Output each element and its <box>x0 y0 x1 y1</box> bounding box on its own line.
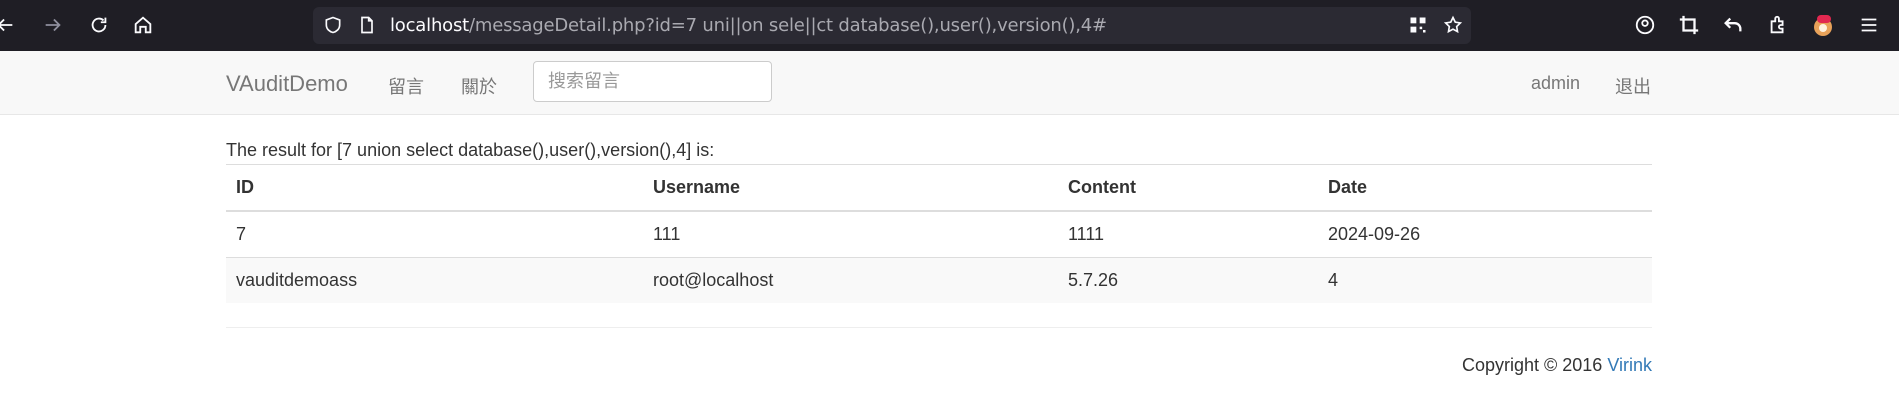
copyright-text: Copyright © 2016 <box>1461 355 1603 375</box>
extensions-icon[interactable] <box>1765 12 1791 38</box>
url-text[interactable]: localhost/messageDetail.php?id=7 uni||on… <box>390 15 1107 36</box>
nav-link-messages[interactable]: 留言 <box>388 73 424 99</box>
column-header-username: Username <box>643 164 1058 212</box>
forward-icon[interactable] <box>40 12 66 38</box>
star-icon[interactable] <box>1443 15 1463 35</box>
profile-avatar-icon[interactable] <box>1810 12 1836 38</box>
search-input[interactable] <box>533 61 772 102</box>
address-bar[interactable]: localhost/messageDetail.php?id=7 uni||on… <box>313 7 1471 44</box>
result-table: ID Username Content Date 7 111 1111 2024… <box>226 164 1652 303</box>
url-path: /messageDetail.php?id=7 uni||on sele||ct… <box>469 15 1107 36</box>
crop-icon[interactable] <box>1676 12 1702 38</box>
column-header-date: Date <box>1318 164 1652 212</box>
table-cell-id: vauditdemoass <box>226 257 643 303</box>
table-row: 7 111 1111 2024-09-26 <box>226 210 1652 258</box>
column-header-id: ID <box>226 164 643 212</box>
brand-link[interactable]: VAuditDemo <box>226 71 348 97</box>
shield-icon[interactable] <box>323 15 343 35</box>
table-cell-id: 7 <box>226 210 643 258</box>
nav-link-logout[interactable]: 退出 <box>1615 73 1651 99</box>
table-cell-username: root@localhost <box>643 257 1058 303</box>
account-icon[interactable] <box>1632 12 1658 38</box>
nav-link-about[interactable]: 關於 <box>461 73 497 99</box>
table-row: vauditdemoass root@localhost 5.7.26 4 <box>226 257 1652 303</box>
back-icon[interactable] <box>0 12 18 38</box>
table-cell-content: 5.7.26 <box>1058 257 1318 303</box>
url-host: localhost <box>390 15 469 36</box>
table-cell-date: 4 <box>1318 257 1652 303</box>
reload-icon[interactable] <box>86 12 112 38</box>
result-heading: The result for [7 union select database(… <box>226 140 715 160</box>
home-icon[interactable] <box>130 12 156 38</box>
table-cell-content: 1111 <box>1058 210 1318 258</box>
site-navbar: VAuditDemo 留言 關於 admin 退出 <box>0 51 1899 115</box>
table-header-row: ID Username Content Date <box>226 164 1652 212</box>
menu-icon[interactable] <box>1856 12 1882 38</box>
browser-toolbar: localhost/messageDetail.php?id=7 uni||on… <box>0 0 1899 51</box>
nav-link-user[interactable]: admin <box>1531 73 1580 94</box>
page-icon[interactable] <box>357 15 377 35</box>
qr-code-icon[interactable] <box>1408 15 1428 35</box>
column-header-content: Content <box>1058 164 1318 212</box>
footer-divider <box>226 327 1652 328</box>
footer-copyright: Copyright © 2016 Virink <box>1462 355 1652 376</box>
table-cell-date: 2024-09-26 <box>1318 210 1652 258</box>
author-link[interactable]: Virink <box>1607 355 1652 375</box>
undo-icon[interactable] <box>1720 12 1746 38</box>
table-cell-username: 111 <box>643 210 1058 258</box>
